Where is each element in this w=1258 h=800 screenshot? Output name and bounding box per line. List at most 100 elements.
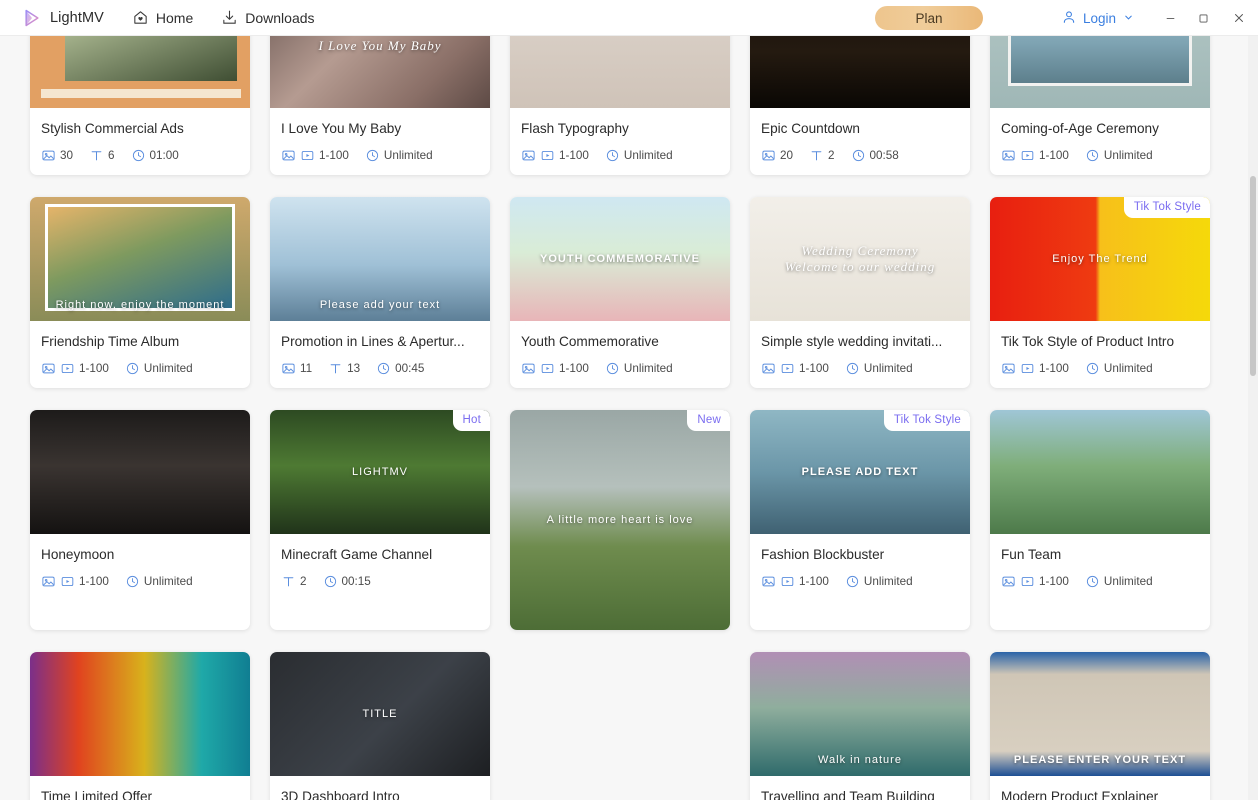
card-body: Simple style wedding invitati... 1-100 Un…	[750, 321, 970, 388]
template-card[interactable]: Honeymoon 1-100 Unlimited	[30, 410, 250, 630]
card-meta-item: 30	[41, 148, 73, 163]
card-thumbnail[interactable]: YOUTH COMMEMORATIVE	[510, 197, 730, 321]
card-meta-item: 2	[809, 148, 835, 163]
video-icon	[780, 361, 795, 376]
clock-icon	[323, 574, 338, 589]
card-body: Time Limited Offer	[30, 776, 250, 800]
card-body: Epic Countdown 20 2 00:58	[750, 108, 970, 175]
card-meta-item: 2	[281, 574, 307, 589]
template-card[interactable]: Happy New Year Epic Countdown 20 2 00:58	[750, 36, 970, 175]
card-meta-item: 1-100	[1001, 148, 1069, 163]
template-card[interactable]: Please add your text Promotion in Lines …	[270, 197, 490, 388]
card-thumbnail[interactable]: TITLE	[270, 652, 490, 776]
card-meta: 1-100 Unlimited	[1001, 574, 1199, 589]
title-bar: LightMV Home Downloads Plan Login	[0, 0, 1258, 36]
card-thumbnail[interactable]: A little more heart is love	[510, 410, 730, 630]
template-card[interactable]: I Love You My Baby I Love You My Baby 1-…	[270, 36, 490, 175]
card-title: I Love You My Baby	[281, 121, 402, 136]
card-body: 3D Dashboard Intro	[270, 776, 490, 800]
login-menu[interactable]: Login	[1061, 9, 1134, 28]
card-meta-value: Unlimited	[143, 575, 193, 588]
card-meta-value: Unlimited	[863, 362, 913, 375]
card-meta-value: 13	[347, 362, 361, 375]
card-thumbnail[interactable]	[30, 36, 250, 108]
card-title: 3D Dashboard Intro	[281, 789, 400, 800]
nav-item-downloads-label: Downloads	[245, 9, 315, 26]
card-thumbnail[interactable]	[990, 410, 1210, 534]
card-thumbnail[interactable]	[30, 410, 250, 534]
card-body: Flash Typography 1-100 Unlimited	[510, 108, 730, 175]
video-icon	[1020, 361, 1035, 376]
card-body: Fun Team 1-100 Unlimited	[990, 534, 1210, 601]
card-meta-item: 1-100	[41, 361, 109, 376]
thumbnail-overlay-text: Right now, enjoy the moment	[55, 299, 225, 311]
template-column: New A little more heart is love	[510, 410, 730, 770]
image-icon	[521, 148, 536, 163]
template-card[interactable]: TITLE 3D Dashboard Intro	[270, 652, 490, 800]
template-card[interactable]: Stylish Commercial Ads 30 6 01:00	[30, 36, 250, 175]
image-icon	[1001, 574, 1016, 589]
card-thumbnail[interactable]: Wedding Ceremony Welcome to our wedding	[750, 197, 970, 321]
nav-item-downloads[interactable]: Downloads	[221, 9, 315, 26]
template-column: Hot LIGHTMV Minecraft Game Channel 2 00:1…	[270, 410, 490, 800]
thumbnail-overlay-text: YOUTH COMMEMORATIVE	[540, 253, 700, 265]
nav-item-home[interactable]: Home	[132, 9, 193, 26]
card-meta-value: 1-100	[1039, 362, 1069, 375]
card-meta-value: 6	[108, 149, 115, 162]
thumbnail-overlay-text: Walk in nature	[818, 754, 902, 766]
home-icon	[132, 9, 149, 26]
minimize-button[interactable]	[1154, 0, 1187, 36]
template-card[interactable]: YOUTH COMMEMORATIVE Youth Commemorative …	[510, 197, 730, 388]
image-icon	[761, 361, 776, 376]
template-card[interactable]: Tik Tok Style Enjoy The Trend Tik Tok St…	[990, 197, 1210, 388]
card-title: Simple style wedding invitati...	[761, 334, 943, 349]
scrollbar-thumb[interactable]	[1250, 176, 1256, 376]
maximize-button[interactable]	[1187, 0, 1220, 36]
template-grid: Stylish Commercial Ads 30 6 01:00 I Love Y…	[0, 36, 1258, 800]
vertical-scrollbar[interactable]	[1248, 36, 1258, 800]
template-card[interactable]: GORGEOUS AND SEXY Flash Typography 1-100…	[510, 36, 730, 175]
card-thumbnail[interactable]: PLEASE ENTER YOUR TEXT	[990, 652, 1210, 776]
template-card[interactable]: Hot LIGHTMV Minecraft Game Channel 2 00:1…	[270, 410, 490, 630]
card-meta-item: 13	[328, 361, 360, 376]
card-meta-value: 00:45	[395, 362, 425, 375]
card-meta: 1-100 Unlimited	[521, 148, 719, 163]
text-icon	[328, 361, 343, 376]
card-meta-item: 00:45	[376, 361, 424, 376]
clock-icon	[851, 148, 866, 163]
card-thumbnail[interactable]: Please add your text	[270, 197, 490, 321]
card-thumbnail[interactable]: Happy New Year	[750, 36, 970, 108]
template-card[interactable]: Tik Tok Style PLEASE ADD TEXT Fashion Bl…	[750, 410, 970, 630]
template-card[interactable]: Time Limited Offer	[30, 652, 250, 800]
close-button[interactable]	[1220, 0, 1258, 36]
clock-icon	[845, 361, 860, 376]
card-thumbnail[interactable]	[30, 652, 250, 776]
clock-icon	[1085, 361, 1100, 376]
card-thumbnail[interactable]: I Love You My Baby	[270, 36, 490, 108]
card-meta-value: 1-100	[79, 575, 109, 588]
template-card[interactable]: I Am Still A Teenager Coming-of-Age Cere…	[990, 36, 1210, 175]
card-title: Travelling and Team Building	[761, 789, 935, 800]
template-card[interactable]: Fun Team 1-100 Unlimited	[990, 410, 1210, 630]
clock-icon	[125, 361, 140, 376]
card-title: Friendship Time Album	[41, 334, 180, 349]
template-card[interactable]: PLEASE ENTER YOUR TEXT Modern Product Ex…	[990, 652, 1210, 800]
brand[interactable]: LightMV	[22, 8, 104, 28]
card-meta: 1-100 Unlimited	[1001, 361, 1199, 376]
card-thumbnail[interactable]: GORGEOUS AND SEXY	[510, 36, 730, 108]
template-card[interactable]: Walk in nature Travelling and Team Build…	[750, 652, 970, 800]
plan-button[interactable]: Plan	[874, 6, 983, 30]
card-body: Youth Commemorative 1-100 Unlimited	[510, 321, 730, 388]
card-body: Minecraft Game Channel 2 00:15	[270, 534, 490, 601]
thumbnail-overlay-text: LIGHTMV	[352, 466, 408, 478]
card-body: Travelling and Team Building	[750, 776, 970, 800]
template-card[interactable]: Wedding Ceremony Welcome to our wedding S…	[750, 197, 970, 388]
template-card[interactable]: New A little more heart is love	[510, 410, 730, 630]
card-thumbnail[interactable]: I Am Still A Teenager	[990, 36, 1210, 108]
card-thumbnail[interactable]: Right now, enjoy the moment	[30, 197, 250, 321]
card-thumbnail[interactable]: Walk in nature	[750, 652, 970, 776]
template-card[interactable]: Right now, enjoy the moment Friendship T…	[30, 197, 250, 388]
card-meta-value: Unlimited	[1103, 362, 1153, 375]
thumbnail-overlay-text: Wedding Ceremony Welcome to our wedding	[784, 243, 936, 274]
card-meta-item: 1-100	[521, 148, 589, 163]
